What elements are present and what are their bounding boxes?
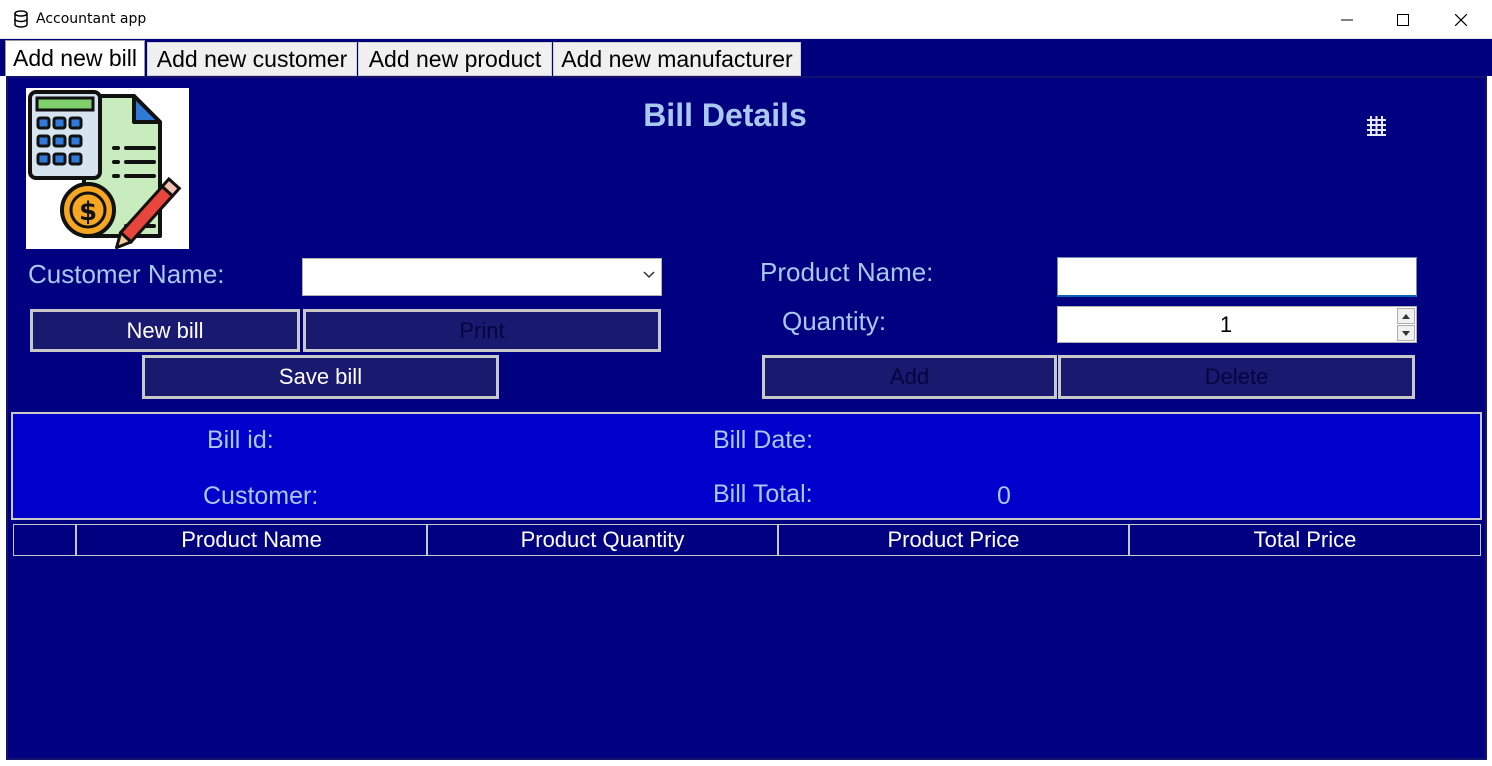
tab-add-new-manufacturer[interactable]: Add new manufacturer	[553, 42, 801, 76]
quantity-decrement-button[interactable]	[1397, 325, 1415, 341]
bill-id-label: Bill id:	[207, 426, 274, 454]
tab-add-new-customer[interactable]: Add new customer	[147, 42, 357, 76]
minimize-button[interactable]	[1318, 0, 1376, 39]
bill-total-value: 0	[997, 482, 1011, 510]
new-bill-button[interactable]: New bill	[30, 309, 300, 352]
quantity-value: 1	[1219, 312, 1233, 337]
bill-calculator-icon: $	[26, 88, 189, 250]
chevron-down-icon	[643, 271, 655, 279]
tab-add-new-bill[interactable]: Add new bill	[5, 40, 145, 76]
arrow-down-icon	[1402, 330, 1410, 336]
tab-strip: Add new bill Add new customer Add new pr…	[0, 39, 1492, 76]
product-name-column-header[interactable]: Product Name	[77, 525, 428, 555]
save-bill-button[interactable]: Save bill	[142, 355, 499, 399]
product-quantity-column-header[interactable]: Product Quantity	[428, 525, 779, 555]
customer-info-label: Customer:	[203, 482, 319, 510]
quantity-stepper[interactable]: 1	[1057, 306, 1417, 343]
quantity-increment-button[interactable]	[1397, 308, 1415, 324]
tab-add-new-product[interactable]: Add new product	[358, 42, 552, 76]
close-button[interactable]	[1432, 0, 1490, 39]
bill-total-label: Bill Total:	[713, 480, 813, 508]
bill-info-panel: Bill id: Bill Date: Customer: Bill Total…	[11, 412, 1482, 520]
window-title: Accountant app	[36, 11, 147, 27]
quantity-label: Quantity:	[782, 306, 887, 336]
add-button[interactable]: Add	[762, 355, 1057, 399]
close-icon	[1455, 13, 1467, 26]
minimize-icon	[1341, 19, 1353, 20]
hash-grid-icon[interactable]	[1367, 115, 1386, 137]
title-bar: Accountant app	[0, 0, 1492, 39]
product-price-column-header[interactable]: Product Price	[779, 525, 1130, 555]
maximize-button[interactable]	[1374, 0, 1432, 39]
row-selector-header[interactable]	[14, 525, 77, 555]
customer-name-dropdown[interactable]	[302, 258, 662, 296]
database-icon	[14, 10, 28, 28]
product-name-label: Product Name:	[760, 257, 934, 287]
customer-name-label: Customer Name:	[28, 259, 225, 289]
delete-button[interactable]: Delete	[1058, 355, 1415, 399]
svg-text:$: $	[79, 197, 97, 227]
product-name-input[interactable]	[1057, 257, 1417, 297]
page-title: Bill Details	[643, 97, 807, 133]
products-table-header: Product Name Product Quantity Product Pr…	[13, 524, 1481, 556]
maximize-icon	[1397, 13, 1409, 26]
bill-date-label: Bill Date:	[713, 426, 814, 454]
print-button[interactable]: Print	[303, 309, 661, 352]
arrow-up-icon	[1402, 313, 1410, 319]
total-price-column-header[interactable]: Total Price	[1130, 525, 1480, 555]
